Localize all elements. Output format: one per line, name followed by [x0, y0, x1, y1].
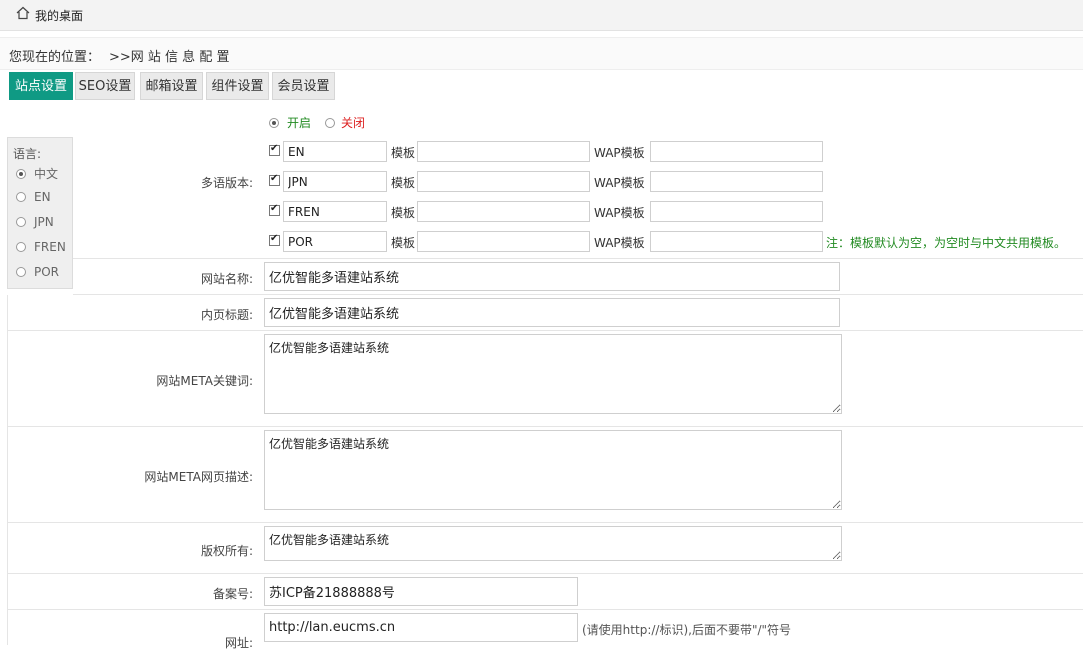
radio-on[interactable]	[269, 118, 279, 128]
site-name-input[interactable]	[264, 262, 840, 291]
icp-input[interactable]	[264, 577, 578, 606]
multilang-label: 多语版本:	[200, 176, 253, 190]
copyright-label: 版权所有:	[200, 544, 253, 558]
wap-template-jpn-input[interactable]	[650, 171, 823, 192]
language-panel-title: 语言:	[13, 147, 42, 161]
language-panel: 语言: 中文 EN JPN FREN POR	[7, 137, 73, 289]
template-label: 模板	[391, 146, 416, 160]
template-por-input[interactable]	[417, 231, 590, 252]
icp-label: 备案号:	[212, 587, 253, 601]
language-option-fren[interactable]: FREN	[16, 240, 66, 254]
wap-template-por-input[interactable]	[650, 231, 823, 252]
template-label: 模板	[391, 176, 416, 190]
inner-title-input[interactable]	[264, 298, 840, 327]
home-icon[interactable]	[16, 6, 30, 20]
checkbox-jpn[interactable]	[269, 173, 280, 186]
lang-code-en-input[interactable]	[283, 141, 387, 162]
wap-template-en-input[interactable]	[650, 141, 823, 162]
top-bar: 我的桌面	[0, 0, 1083, 31]
radio-fren[interactable]	[16, 242, 26, 252]
meta-description-label: 网站META网页描述:	[144, 470, 253, 484]
url-hint: (请使用http://标识),后面不要带"/"符号	[582, 623, 792, 637]
tab-component-settings[interactable]: 组件设置	[206, 72, 269, 100]
site-name-label: 网站名称:	[200, 272, 253, 286]
url-label: 网址:	[224, 636, 253, 650]
template-label: 模板	[391, 206, 416, 220]
template-en-input[interactable]	[417, 141, 590, 162]
inner-title-label: 内页标题:	[200, 308, 253, 322]
location-prefix: 您现在的位置：	[9, 50, 101, 65]
location-path: >>网 站 信 息 配 置	[109, 50, 230, 65]
meta-keywords-textarea[interactable]: 亿优智能多语建站系统	[264, 334, 842, 414]
language-option-en[interactable]: EN	[16, 190, 51, 204]
lang-code-por-input[interactable]	[283, 231, 387, 252]
radio-por[interactable]	[16, 267, 26, 277]
template-note: 注：模板默认为空，为空时与中文共用模板。	[826, 236, 1067, 250]
meta-keywords-label: 网站META关键词:	[156, 374, 253, 388]
tab-site-settings[interactable]: 站点设置	[9, 72, 73, 100]
radio-zh[interactable]	[16, 169, 26, 179]
url-input[interactable]	[264, 613, 578, 642]
radio-off[interactable]	[325, 118, 335, 128]
multilang-on-option[interactable]: 开启	[269, 114, 311, 131]
template-label: 模板	[391, 236, 416, 250]
wap-template-fren-input[interactable]	[650, 201, 823, 222]
wap-template-label: WAP模板	[594, 206, 645, 220]
lang-code-fren-input[interactable]	[283, 201, 387, 222]
checkbox-fren[interactable]	[269, 203, 280, 216]
language-option-zh[interactable]: 中文	[16, 165, 58, 182]
tab-seo-settings[interactable]: SEO设置	[75, 72, 135, 100]
checkbox-en[interactable]	[269, 143, 280, 156]
template-fren-input[interactable]	[417, 201, 590, 222]
wap-template-label: WAP模板	[594, 146, 645, 160]
tab-email-settings[interactable]: 邮箱设置	[140, 72, 203, 100]
language-option-jpn[interactable]: JPN	[16, 215, 54, 229]
checkbox-por[interactable]	[269, 233, 280, 246]
template-jpn-input[interactable]	[417, 171, 590, 192]
multilang-off-option[interactable]: 关闭	[325, 114, 365, 131]
wap-template-label: WAP模板	[594, 176, 645, 190]
radio-jpn[interactable]	[16, 217, 26, 227]
radio-en[interactable]	[16, 192, 26, 202]
lang-code-jpn-input[interactable]	[283, 171, 387, 192]
copyright-textarea[interactable]: 亿优智能多语建站系统	[264, 526, 842, 561]
desktop-title[interactable]: 我的桌面	[35, 7, 83, 24]
breadcrumb: 您现在的位置： >>网 站 信 息 配 置	[0, 37, 1083, 70]
wap-template-label: WAP模板	[594, 236, 645, 250]
language-option-por[interactable]: POR	[16, 265, 59, 279]
meta-description-textarea[interactable]: 亿优智能多语建站系统	[264, 430, 842, 510]
tab-member-settings[interactable]: 会员设置	[272, 72, 335, 100]
